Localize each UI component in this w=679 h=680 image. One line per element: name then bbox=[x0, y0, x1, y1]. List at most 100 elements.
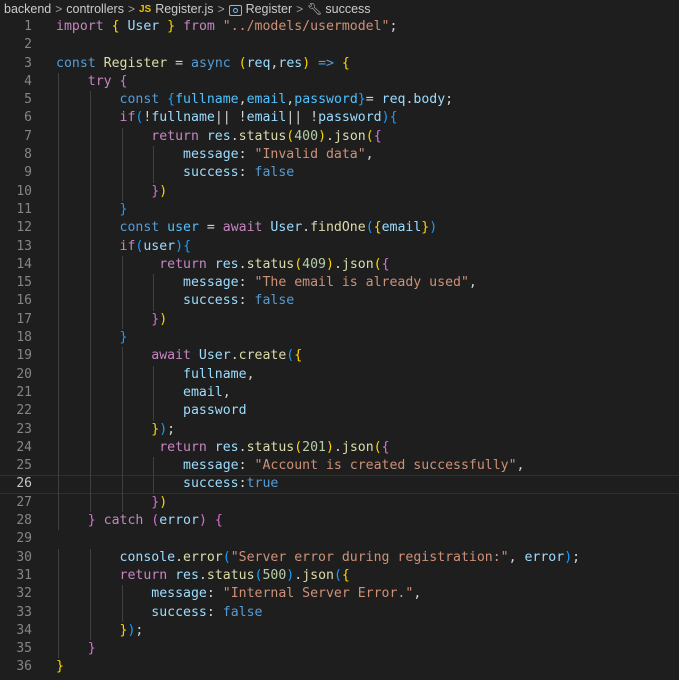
code-token: json bbox=[341, 256, 374, 272]
breadcrumb-symbol-register[interactable]: Register bbox=[246, 2, 293, 16]
code-line[interactable]: 13 if(user){ bbox=[0, 237, 679, 256]
code-text: }); bbox=[56, 622, 144, 640]
code-token: || bbox=[214, 110, 239, 126]
line-number: 6 bbox=[24, 110, 32, 126]
code-line[interactable]: 24 return res.status(201).json({ bbox=[0, 438, 679, 458]
code-token: if bbox=[56, 238, 136, 254]
code-token: const bbox=[56, 55, 104, 71]
code-line[interactable]: 5 const {fullname,email,password}= req.b… bbox=[0, 91, 679, 110]
breadcrumb-file-register[interactable]: Register.js bbox=[155, 2, 213, 16]
code-line[interactable]: 1 import { User } from "../models/usermod… bbox=[0, 18, 679, 36]
breadcrumb-symbol-success[interactable]: success bbox=[325, 2, 370, 16]
code-line[interactable]: 33 success: false bbox=[0, 603, 679, 622]
code-token: , bbox=[222, 384, 231, 400]
code-token: success bbox=[56, 293, 239, 309]
breadcrumb-folder-controllers[interactable]: controllers bbox=[66, 2, 124, 16]
code-text: } catch (error) { bbox=[56, 512, 223, 530]
line-number: 23 bbox=[16, 421, 32, 437]
line-number: 13 bbox=[16, 238, 32, 254]
code-editor[interactable]: 1 import { User } from "../models/usermod… bbox=[0, 18, 679, 680]
code-line[interactable]: 11 } bbox=[0, 200, 679, 220]
code-token: findOne bbox=[310, 220, 366, 236]
code-line[interactable]: 22 password bbox=[0, 402, 679, 421]
code-token: json bbox=[333, 128, 366, 144]
code-token: { bbox=[341, 55, 350, 71]
code-line[interactable]: 6 if(!fullname|| !email|| !password){ bbox=[0, 109, 679, 128]
line-number: 32 bbox=[16, 586, 32, 602]
code-line[interactable]: 36} bbox=[0, 658, 679, 676]
code-token: 400 bbox=[294, 128, 319, 144]
code-line[interactable]: 10 }) bbox=[0, 182, 679, 201]
line-number: 15 bbox=[16, 275, 32, 291]
code-line[interactable]: 25 message: "Account is created successf… bbox=[0, 457, 679, 476]
line-number: 27 bbox=[16, 494, 32, 510]
code-token: status bbox=[246, 256, 295, 272]
code-line[interactable]: 2 bbox=[0, 36, 679, 54]
line-number: 3 bbox=[24, 55, 32, 71]
chevron-right-icon: > bbox=[217, 2, 225, 16]
line-number: 16 bbox=[16, 293, 32, 309]
code-token: res bbox=[278, 55, 303, 71]
code-token: res bbox=[214, 256, 239, 272]
code-token: ) bbox=[381, 110, 390, 126]
code-token: . bbox=[198, 567, 207, 583]
code-token: { bbox=[214, 513, 223, 529]
code-token: true bbox=[246, 476, 279, 492]
line-number: 33 bbox=[16, 604, 32, 620]
code-line[interactable]: 29 bbox=[0, 530, 679, 548]
code-line[interactable]: 17 }) bbox=[0, 310, 679, 330]
variable-symbol-icon bbox=[228, 4, 242, 16]
code-line[interactable]: 34 }); bbox=[0, 621, 679, 641]
code-token: : bbox=[238, 476, 247, 492]
code-token: fullname bbox=[151, 110, 215, 126]
code-line[interactable]: 4 try { bbox=[0, 72, 679, 92]
code-line[interactable]: 35 } bbox=[0, 640, 679, 659]
code-line[interactable]: 26 success:true bbox=[0, 475, 679, 494]
code-line[interactable]: 7 return res.status(400).json({ bbox=[0, 127, 679, 147]
code-token: , bbox=[508, 549, 525, 565]
code-token: ) bbox=[302, 55, 319, 71]
code-line[interactable]: 9 success: false bbox=[0, 164, 679, 183]
code-text: return res.status(500).json({ bbox=[56, 567, 350, 585]
code-line[interactable]: 32 message: "Internal Server Error.", bbox=[0, 585, 679, 604]
code-token: error bbox=[183, 549, 223, 565]
code-token: : bbox=[206, 604, 223, 620]
code-token: , bbox=[468, 275, 477, 291]
code-line[interactable]: 12 const user = await User.findOne({emai… bbox=[0, 219, 679, 238]
code-token: { bbox=[373, 128, 382, 144]
code-token: catch bbox=[95, 513, 152, 529]
property-wrench-icon: 🔧︎ bbox=[307, 2, 323, 16]
code-line[interactable]: 19 await User.create({ bbox=[0, 347, 679, 366]
code-line[interactable]: 23 }); bbox=[0, 420, 679, 439]
code-token: ) bbox=[326, 256, 334, 272]
code-line[interactable]: 18 } bbox=[0, 329, 679, 348]
line-number: 36 bbox=[16, 659, 32, 675]
code-token: success bbox=[56, 476, 239, 492]
code-text: } bbox=[56, 329, 128, 347]
code-line[interactable]: 14 return res.status(409).json({ bbox=[0, 255, 679, 275]
code-line[interactable]: 31 return res.status(500).json({ bbox=[0, 566, 679, 586]
code-token: } bbox=[56, 659, 64, 675]
code-token: } bbox=[167, 19, 184, 34]
code-line[interactable]: 20 fullname, bbox=[0, 365, 679, 384]
code-token: "Account is created successfully" bbox=[254, 458, 517, 474]
code-text: } bbox=[56, 201, 128, 219]
line-number: 20 bbox=[16, 366, 32, 382]
code-token: : bbox=[238, 165, 255, 181]
code-token: } bbox=[56, 201, 128, 217]
code-line[interactable]: 30 console.error("Server error during re… bbox=[0, 548, 679, 567]
code-line[interactable]: 15 message: "The email is already used", bbox=[0, 274, 679, 293]
code-line[interactable]: 3 const Register = async (req,res) => { bbox=[0, 55, 679, 73]
line-number: 19 bbox=[16, 348, 32, 364]
breadcrumb-folder-backend[interactable]: backend bbox=[4, 2, 51, 16]
code-token: { bbox=[381, 439, 390, 455]
code-line[interactable]: 28 } catch (error) { bbox=[0, 512, 679, 531]
code-line[interactable]: 8 message: "Invalid data", bbox=[0, 146, 679, 165]
code-line[interactable]: 27 }) bbox=[0, 493, 679, 513]
code-token: ; bbox=[572, 549, 581, 565]
code-token: { bbox=[111, 19, 128, 34]
code-token: { bbox=[373, 220, 382, 236]
code-token: ; bbox=[167, 421, 176, 437]
code-line[interactable]: 21 email, bbox=[0, 383, 679, 403]
code-line[interactable]: 16 success: false bbox=[0, 292, 679, 311]
